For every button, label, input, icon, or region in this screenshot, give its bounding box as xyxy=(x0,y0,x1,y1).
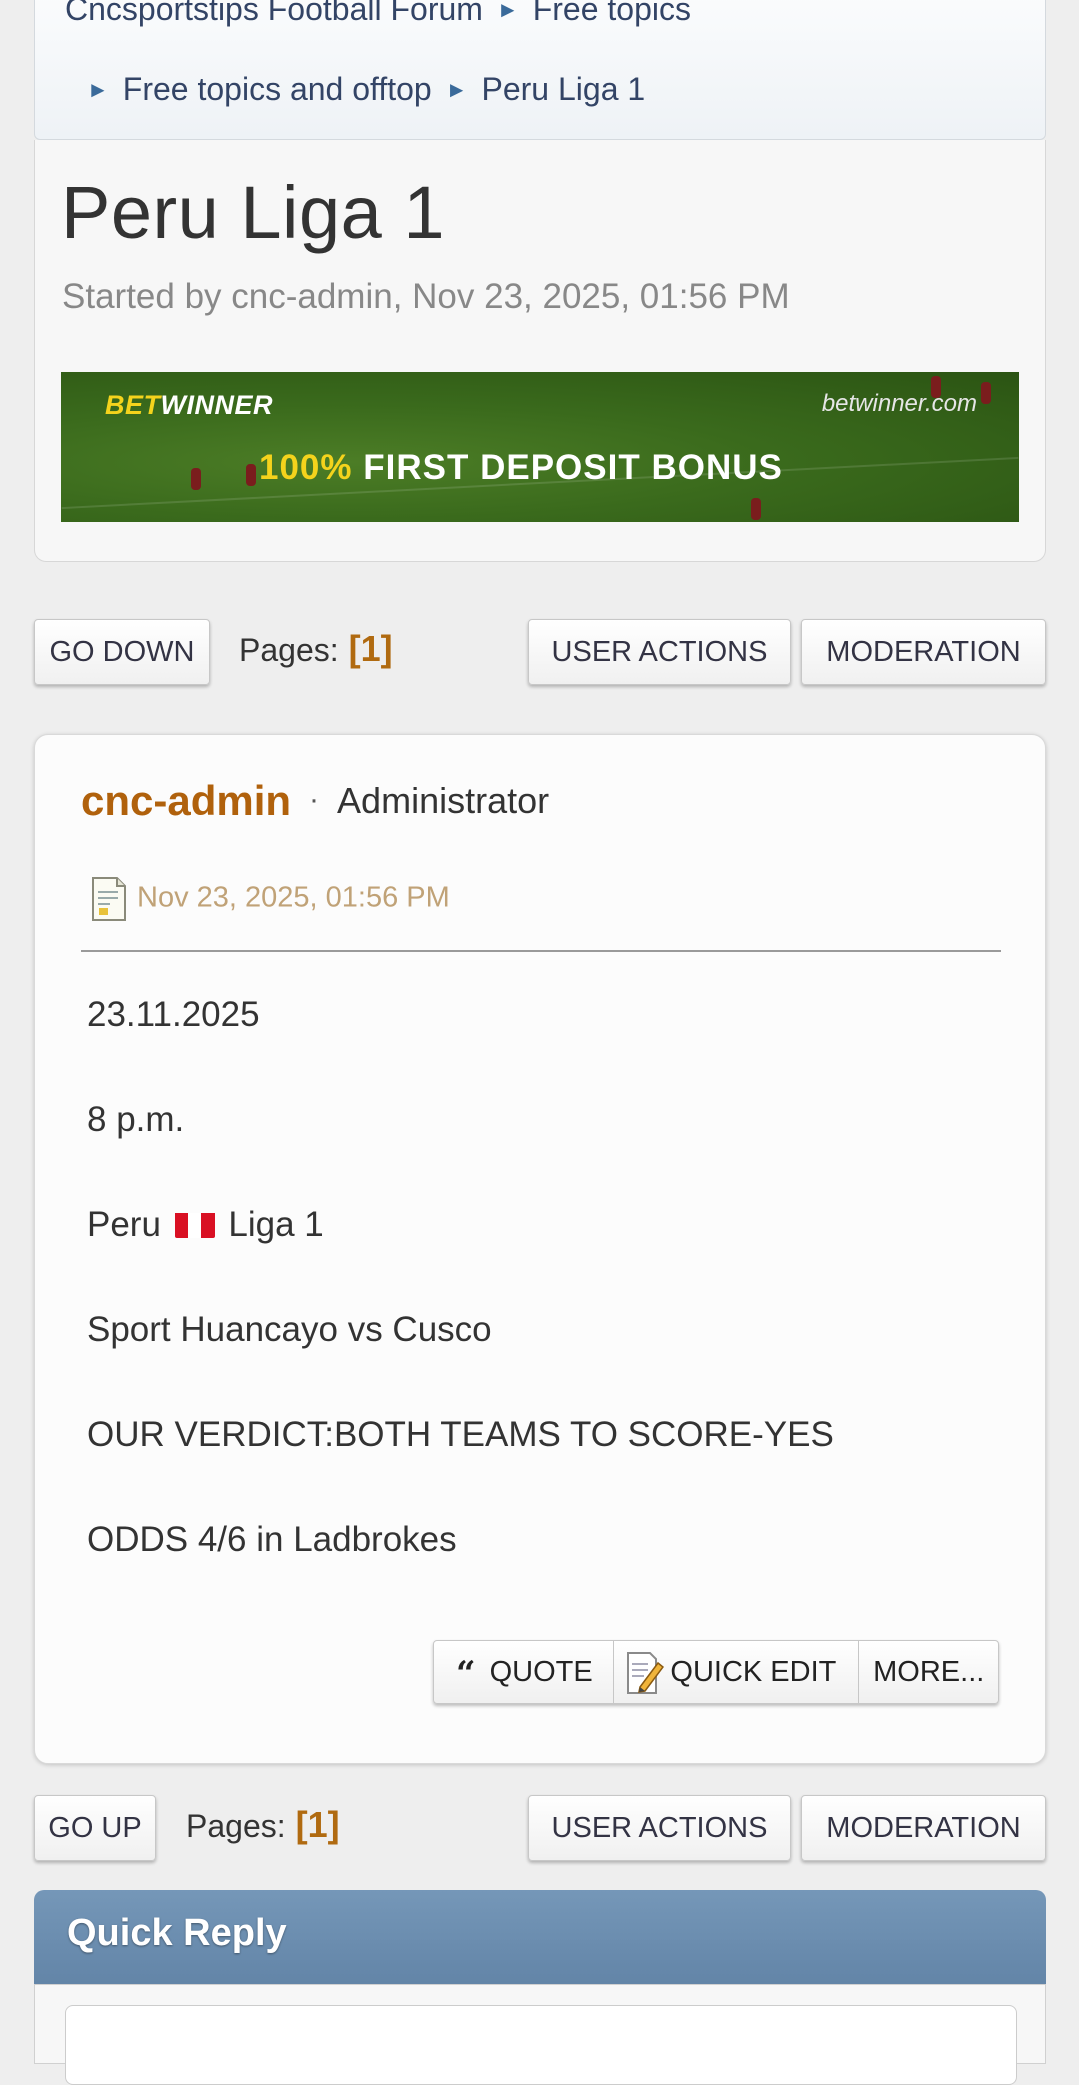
more-button[interactable]: MORE... xyxy=(859,1641,998,1703)
user-actions-button[interactable]: USER ACTIONS xyxy=(528,619,791,685)
pages-label: Pages: xyxy=(186,1808,286,1844)
author-role: Administrator xyxy=(337,780,550,821)
quick-edit-label: QUICK EDIT xyxy=(670,1656,837,1688)
banner-site: betwinner.com xyxy=(821,390,977,417)
author-link[interactable]: cnc-admin xyxy=(81,777,291,824)
pagination: Pages: [1] xyxy=(239,628,393,670)
go-up-button[interactable]: GO UP xyxy=(34,1795,156,1861)
page: Cncsportstips Football Forum ► Free topics… xyxy=(0,0,1079,2085)
breadcrumb: Cncsportstips Football Forum ► Free topics… xyxy=(34,0,1046,140)
breadcrumb-current-topic[interactable]: Peru Liga 1 xyxy=(482,71,646,107)
banner-logo: BETWINNER xyxy=(105,390,273,420)
topic-started-by: Started by cnc-admin, Nov 23, 2025, 01:5… xyxy=(62,277,790,316)
pagination-bottom: Pages: [1] xyxy=(186,1804,340,1846)
peru-flag-icon xyxy=(174,1210,215,1238)
edit-icon xyxy=(627,1652,665,1695)
post: cnc-admin · Administrator Nov 23, 2025, 01… xyxy=(34,734,1046,1764)
go-down-button[interactable]: GO DOWN xyxy=(34,619,210,685)
post-actions: “ QUOTE QUICK EDIT MORE... xyxy=(433,1640,999,1704)
post-line-match: Sport Huancayo vs Cusco xyxy=(87,1310,492,1349)
post-line-league: Peru Liga 1 xyxy=(87,1205,324,1245)
breadcrumb-separator-icon: ► xyxy=(87,77,109,102)
document-icon xyxy=(92,877,126,921)
moderation-button[interactable]: MODERATION xyxy=(801,619,1046,685)
topic-header: Peru Liga 1 Started by cnc-admin, Nov 23… xyxy=(34,140,1046,562)
page-link-1[interactable]: [1] xyxy=(296,1804,340,1845)
post-divider xyxy=(81,950,1001,952)
breadcrumb-link-forum[interactable]: Cncsportstips Football Forum xyxy=(65,0,483,27)
breadcrumb-row-2: ► Free topics and offtop ► Peru Liga 1 xyxy=(87,71,645,108)
user-actions-button[interactable]: USER ACTIONS xyxy=(528,1795,791,1861)
quote-button[interactable]: “ QUOTE xyxy=(434,1641,615,1703)
league-name: Liga 1 xyxy=(228,1205,324,1244)
quote-label: QUOTE xyxy=(489,1656,593,1688)
banner-player-figure xyxy=(191,468,201,490)
banner-player-figure xyxy=(751,498,761,520)
post-line-verdict: OUR VERDICT:BOTH TEAMS TO SCORE-YES xyxy=(87,1415,834,1454)
separator-dot: · xyxy=(309,783,320,816)
league-country: Peru xyxy=(87,1205,161,1244)
banner-bonus-text: 100% FIRST DEPOSIT BONUS xyxy=(259,448,783,487)
ad-banner[interactable]: BETWINNER betwinner.com 100% FIRST DEPOS… xyxy=(61,372,1019,522)
quick-reply-title: Quick Reply xyxy=(67,1912,287,1954)
post-line-time: 8 p.m. xyxy=(87,1100,185,1139)
quick-reply-body xyxy=(34,1984,1046,2085)
post-line-date: 23.11.2025 xyxy=(87,995,260,1034)
moderation-button[interactable]: MODERATION xyxy=(801,1795,1046,1861)
page-title: Peru Liga 1 xyxy=(61,171,445,254)
breadcrumb-link-free-topics[interactable]: Free topics xyxy=(533,0,691,27)
post-line-odds: ODDS 4/6 in Ladbrokes xyxy=(87,1520,457,1559)
page-link-1[interactable]: [1] xyxy=(349,628,393,669)
post-header: cnc-admin · Administrator xyxy=(81,777,549,825)
banner-player-figure xyxy=(981,382,991,404)
quick-reply-input[interactable] xyxy=(65,2005,1017,2085)
banner-player-figure xyxy=(246,464,256,486)
breadcrumb-row-1: Cncsportstips Football Forum ► Free topics xyxy=(65,0,691,28)
breadcrumb-separator-icon: ► xyxy=(445,77,468,102)
quote-icon: “ xyxy=(456,1654,476,1694)
post-date-text: Nov 23, 2025, 01:56 PM xyxy=(137,881,450,914)
quick-reply-panel: Quick Reply xyxy=(34,1890,1046,2085)
quick-edit-button[interactable]: QUICK EDIT xyxy=(614,1641,860,1703)
breadcrumb-separator-icon: ► xyxy=(496,0,519,22)
pages-label: Pages: xyxy=(239,632,339,668)
post-date[interactable]: Nov 23, 2025, 01:56 PM xyxy=(91,877,450,921)
breadcrumb-link-offtop[interactable]: Free topics and offtop xyxy=(123,71,432,107)
